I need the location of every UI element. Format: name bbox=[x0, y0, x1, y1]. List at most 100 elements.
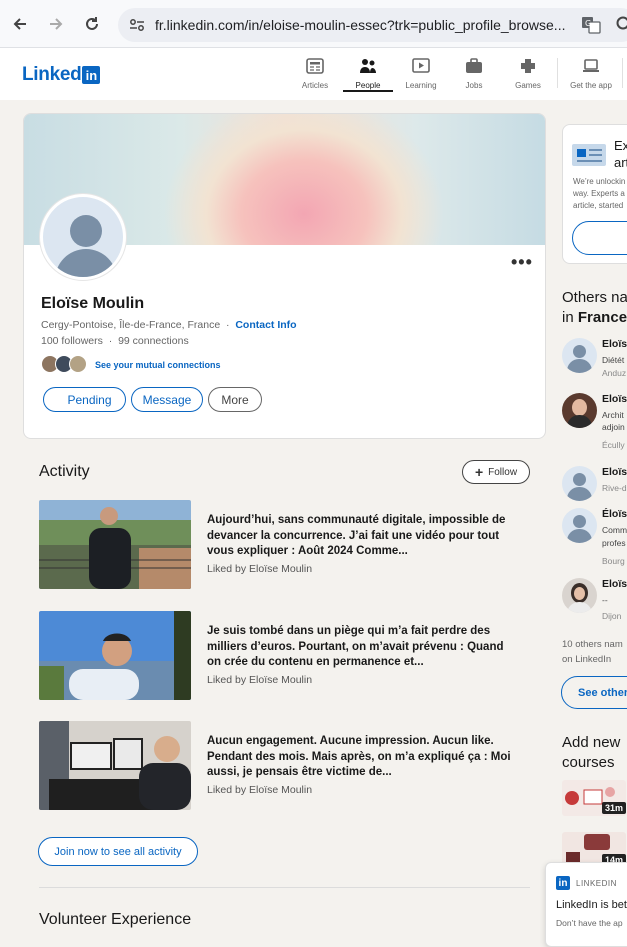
activity-post[interactable]: Aujourd’hui, sans communauté digitale, i… bbox=[39, 500, 529, 590]
person-headline: Comm bbox=[602, 525, 627, 535]
nav-divider bbox=[622, 58, 623, 88]
promo-title-line: art bbox=[614, 155, 627, 170]
mutual-connections-link[interactable]: See your mutual connections bbox=[95, 360, 221, 370]
article-illustration-icon bbox=[572, 140, 606, 168]
separator: · bbox=[109, 335, 113, 347]
games-icon bbox=[519, 58, 537, 74]
logo-box: in bbox=[82, 66, 100, 84]
svg-text:G: G bbox=[585, 19, 591, 28]
others-title-country: France bbox=[578, 309, 627, 326]
browser-toolbar: fr.linkedin.com/in/eloise-moulin-essec?t… bbox=[0, 0, 627, 48]
followers-count: 100 followers bbox=[41, 335, 103, 347]
course-duration: 31m bbox=[602, 802, 626, 814]
person-name[interactable]: Eloïse bbox=[602, 393, 627, 405]
person-headline: profes bbox=[602, 538, 626, 548]
nav-label: Jobs bbox=[449, 81, 499, 90]
more-button[interactable]: More bbox=[208, 387, 262, 412]
activity-post[interactable]: Je suis tombé dans un piège qui m’a fait… bbox=[39, 611, 529, 701]
post-thumbnail[interactable] bbox=[39, 611, 191, 700]
app-promo-toast[interactable]: in LINKEDIN LinkedIn is bett Don’t have … bbox=[545, 862, 627, 947]
linkedin-header: Linked in Articles People Learning Jobs … bbox=[0, 48, 627, 100]
articles-icon bbox=[306, 58, 324, 74]
post-text[interactable]: Aujourd’hui, sans communauté digitale, i… bbox=[207, 513, 517, 560]
course-thumbnail[interactable]: 31m bbox=[562, 780, 626, 816]
see-others-button[interactable]: See others bbox=[561, 676, 627, 709]
courses-title-line: Add new bbox=[562, 734, 620, 751]
promo-description: We’re unlockin way. Experts a article, s… bbox=[573, 176, 625, 212]
mutual-connections[interactable]: See your mutual connections bbox=[41, 355, 221, 375]
section-divider bbox=[39, 887, 530, 888]
logo-wordmark: Linked bbox=[22, 64, 81, 86]
person-name[interactable]: Eloïse bbox=[602, 466, 627, 478]
person-location: Dijon bbox=[602, 611, 621, 621]
promo-button[interactable] bbox=[572, 221, 627, 255]
toast-subtext: Don’t have the ap bbox=[556, 918, 623, 928]
nav-games[interactable]: Games bbox=[503, 58, 553, 90]
others-count-line: on LinkedIn bbox=[562, 654, 611, 665]
linkedin-logo[interactable]: Linked in bbox=[22, 64, 100, 86]
post-thumbnail[interactable] bbox=[39, 721, 191, 810]
post-text[interactable]: Je suis tombé dans un piège qui m’a fait… bbox=[207, 624, 517, 671]
separator: · bbox=[226, 319, 230, 331]
pending-label: Pending bbox=[67, 393, 111, 407]
pending-button[interactable]: Pending bbox=[43, 387, 126, 412]
connections-count: 99 connections bbox=[118, 335, 189, 347]
profile-stats: 100 followers · 99 connections bbox=[41, 335, 189, 347]
toast-brand: LINKEDIN bbox=[576, 879, 617, 888]
promo-title: Ex art bbox=[614, 137, 627, 171]
others-count: 10 others nam on LinkedIn bbox=[562, 637, 623, 667]
activity-section: Activity + Follow Aujourd’hui, sans comm… bbox=[23, 450, 546, 940]
post-text[interactable]: Aucun engagement. Aucune impression. Auc… bbox=[207, 734, 517, 781]
nav-label: Learning bbox=[396, 81, 446, 90]
post-thumbnail[interactable] bbox=[39, 500, 191, 589]
nav-jobs[interactable]: Jobs bbox=[449, 58, 499, 90]
avatar bbox=[562, 393, 597, 428]
nav-people[interactable]: People bbox=[343, 58, 393, 90]
people-icon bbox=[359, 58, 377, 74]
person-location: Bourg bbox=[602, 556, 625, 566]
nav-learning[interactable]: Learning bbox=[396, 58, 446, 90]
courses-title: Add new courses bbox=[562, 733, 620, 773]
avatar bbox=[562, 466, 597, 501]
follow-button[interactable]: + Follow bbox=[462, 460, 530, 484]
promo-desc-line: way. Experts a bbox=[573, 189, 625, 198]
laptop-icon bbox=[582, 58, 600, 74]
nav-get-app[interactable]: Get the app bbox=[566, 58, 616, 90]
contact-info-link[interactable]: Contact Info bbox=[235, 319, 296, 331]
reload-icon[interactable] bbox=[80, 12, 104, 36]
activity-post[interactable]: Aucun engagement. Aucune impression. Auc… bbox=[39, 721, 529, 811]
activity-title: Activity bbox=[39, 463, 90, 481]
more-options-icon[interactable]: ••• bbox=[511, 252, 533, 273]
person-name[interactable]: Eloïse bbox=[602, 578, 627, 590]
person-headline: -- bbox=[602, 595, 608, 605]
back-arrow-icon[interactable] bbox=[8, 12, 32, 36]
nav-label: Articles bbox=[290, 81, 340, 90]
nav-divider bbox=[557, 58, 558, 88]
nav-articles[interactable]: Articles bbox=[290, 58, 340, 90]
others-named-title: Others na in France bbox=[562, 288, 627, 328]
person-headline: adjoin bbox=[602, 422, 625, 432]
avatar bbox=[562, 338, 597, 373]
address-bar[interactable]: fr.linkedin.com/in/eloise-moulin-essec?t… bbox=[118, 8, 627, 42]
post-liked-by: Liked by Eloïse Moulin bbox=[207, 674, 312, 686]
forward-arrow-icon[interactable] bbox=[44, 12, 68, 36]
linkedin-logo-icon: in bbox=[556, 876, 570, 890]
translate-icon[interactable]: G bbox=[581, 15, 601, 35]
person-location: Rive-d bbox=[602, 483, 627, 493]
person-name[interactable]: Eloïse bbox=[602, 338, 627, 350]
join-now-button[interactable]: Join now to see all activity bbox=[38, 837, 198, 866]
profile-location: Cergy-Pontoise, Île-de-France, France bbox=[41, 319, 220, 331]
url-text[interactable]: fr.linkedin.com/in/eloise-moulin-essec?t… bbox=[155, 17, 565, 33]
profile-location-line: Cergy-Pontoise, Île-de-France, France · … bbox=[41, 319, 297, 331]
nav-label: Get the app bbox=[566, 81, 616, 90]
plus-icon: + bbox=[475, 464, 483, 480]
person-name[interactable]: Éloïse bbox=[602, 508, 627, 520]
zoom-icon[interactable] bbox=[615, 15, 627, 35]
message-button[interactable]: Message bbox=[131, 387, 203, 412]
post-liked-by: Liked by Eloïse Moulin bbox=[207, 784, 312, 796]
site-info-icon[interactable] bbox=[128, 16, 146, 34]
others-count-line: 10 others nam bbox=[562, 639, 623, 650]
nav-label: People bbox=[343, 81, 393, 90]
person-headline: Archit bbox=[602, 410, 624, 420]
follow-label: Follow bbox=[488, 467, 517, 478]
